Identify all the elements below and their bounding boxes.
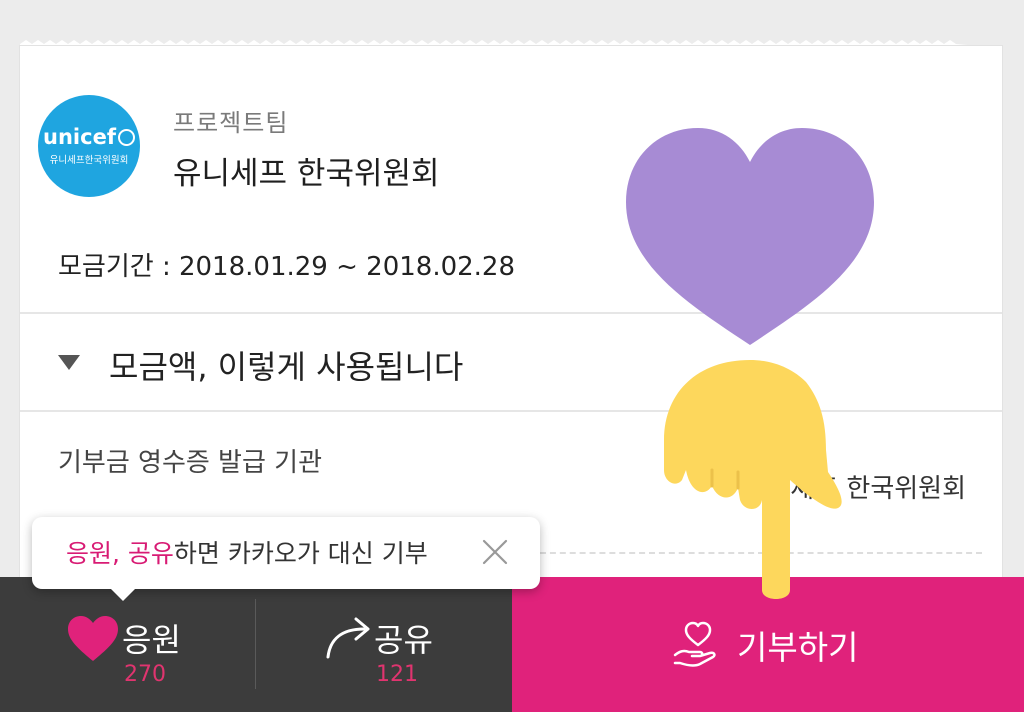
receipt-issuer-value: 유니세프 한국위원회	[742, 474, 966, 504]
fundraising-period: 모금기간 : 2018.01.29 ~ 2018.02.28	[58, 252, 516, 282]
team-label: 프로젝트팀	[173, 109, 289, 137]
close-icon[interactable]	[480, 537, 510, 567]
heart-hand-icon	[673, 621, 716, 667]
share-arrow-icon	[326, 617, 370, 659]
tooltip-pointer	[110, 588, 136, 601]
logo-text: unicef	[43, 125, 116, 149]
accordion-label: 모금액, 이렇게 사용됩니다	[109, 348, 464, 386]
dashed-divider	[540, 552, 982, 554]
unicef-logo[interactable]: unicef 유니세프한국위원회	[38, 95, 140, 197]
heart-icon	[68, 616, 118, 661]
donation-tooltip: 응원, 공유하면 카카오가 대신 기부	[32, 517, 540, 601]
share-button[interactable]: 공유 121	[256, 577, 512, 712]
bottom-action-bar: 응원 270 공유 121 기부하기	[0, 577, 1024, 712]
organization-name[interactable]: 유니세프 한국위원회	[173, 148, 440, 193]
share-label: 공유	[374, 621, 433, 659]
logo-subtext: 유니세프한국위원회	[49, 155, 129, 166]
receipt-issuer-label: 기부금 영수증 발급 기관	[58, 448, 322, 478]
tooltip-text: 하면 카카오가 대신 기부	[173, 539, 428, 568]
divider	[20, 410, 1002, 412]
fund-usage-accordion[interactable]: 모금액, 이렇게 사용됩니다	[20, 314, 1002, 412]
globe-icon	[117, 129, 135, 146]
donate-label: 기부하기	[737, 628, 859, 667]
caret-down-icon	[58, 355, 80, 370]
organization-header: unicef 유니세프한국위원회 프로젝트팀 유니세프 한국위원회	[38, 95, 638, 205]
donate-button[interactable]: 기부하기	[512, 577, 1024, 712]
cheer-count: 270	[124, 662, 166, 687]
tooltip-highlight: 응원, 공유	[66, 539, 174, 568]
cheer-label: 응원	[122, 621, 181, 659]
share-count: 121	[376, 662, 418, 687]
